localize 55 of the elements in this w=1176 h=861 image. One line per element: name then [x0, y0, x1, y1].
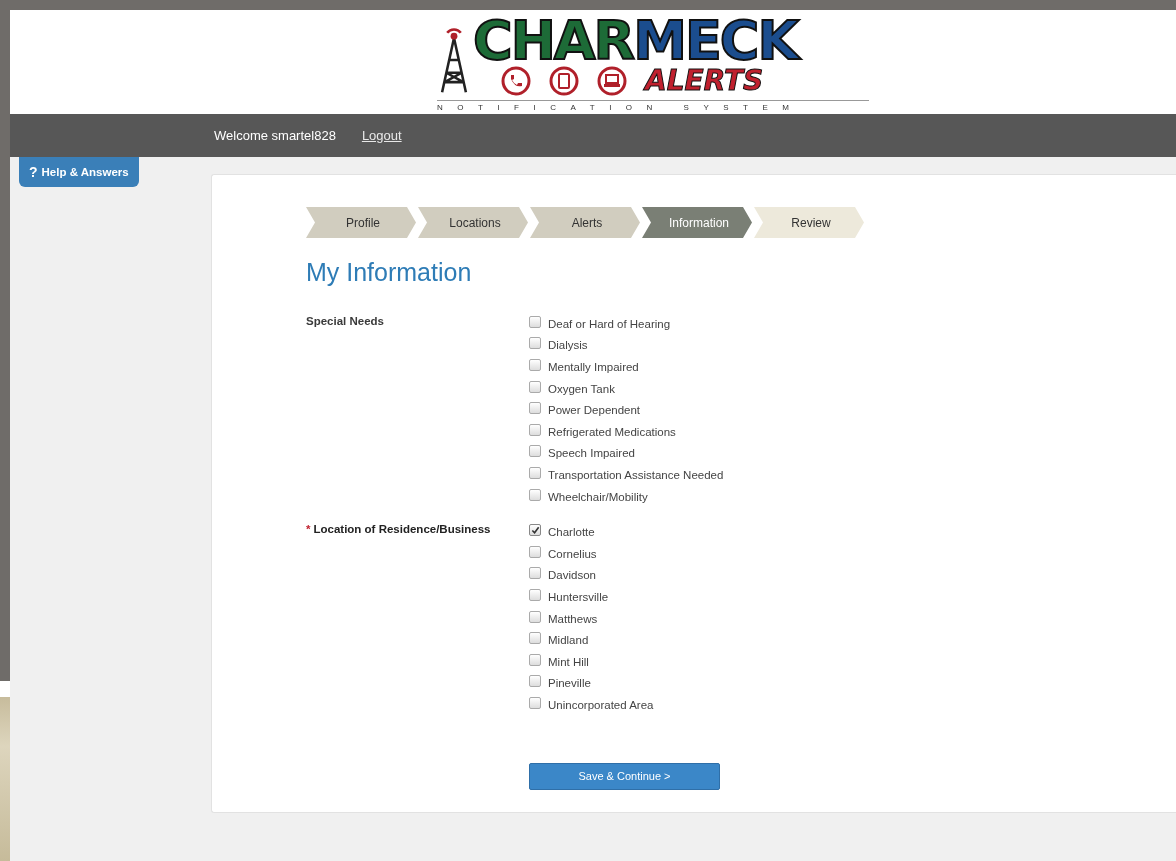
checkbox[interactable]	[529, 545, 541, 558]
save-continue-button[interactable]: Save & Continue >	[529, 762, 720, 790]
checkbox-label[interactable]: Huntersville	[548, 590, 609, 603]
checkbox[interactable]	[529, 610, 541, 623]
checkbox-label[interactable]: Refrigerated Medications	[548, 425, 676, 438]
checkbox-label[interactable]: Cornelius	[548, 547, 597, 560]
checkbox-label[interactable]: Speech Impaired	[548, 447, 635, 460]
logo-tagline: NOTIFICATION SYSTEM	[437, 100, 869, 112]
checkbox[interactable]	[529, 337, 541, 350]
checkbox-label[interactable]: Davidson	[548, 569, 596, 582]
checkbox[interactable]	[529, 653, 541, 666]
checkbox[interactable]	[529, 567, 541, 580]
phone-icon	[501, 66, 531, 96]
checkbox[interactable]	[529, 315, 541, 328]
checkbox[interactable]	[529, 632, 541, 645]
field-label: Location of Residence/Business	[313, 523, 491, 536]
logout-link[interactable]: Logout	[361, 128, 402, 143]
checkbox-label[interactable]: Pineville	[548, 677, 591, 690]
required-mark: *	[306, 523, 311, 536]
checkbox-label[interactable]: Transportation Assistance Needed	[548, 468, 724, 481]
checkbox-label[interactable]: Power Dependent	[548, 404, 641, 417]
wizard-step[interactable]: Profile	[306, 207, 416, 238]
checkbox-label[interactable]: Unincorporated Area	[548, 698, 654, 711]
checkbox[interactable]	[529, 359, 541, 371]
wizard-step[interactable]: Information	[642, 207, 752, 238]
checkbox-label[interactable]: Dialysis	[548, 339, 588, 352]
field-label: Special Needs	[306, 315, 384, 327]
checkbox-label[interactable]: Midland	[548, 634, 589, 647]
checkbox-label[interactable]: Charlotte	[548, 526, 595, 539]
checkbox[interactable]	[529, 380, 541, 393]
help-tab[interactable]: ? Help & Answers	[19, 157, 139, 187]
checkbox-label[interactable]: Oxygen Tank	[548, 382, 615, 395]
wizard-step[interactable]: Alerts	[530, 207, 640, 238]
checkbox-label[interactable]: Matthews	[548, 612, 598, 625]
checkbox[interactable]	[529, 524, 541, 537]
help-icon: ?	[29, 164, 38, 180]
tablet-icon	[549, 66, 579, 96]
checkbox[interactable]	[529, 588, 541, 601]
checkbox[interactable]	[529, 675, 541, 688]
checkbox[interactable]	[529, 488, 541, 501]
checkbox-label[interactable]: Mentally Impaired	[548, 361, 639, 373]
page-title: My Information	[306, 258, 473, 287]
checkbox-label[interactable]: Wheelchair/Mobility	[548, 490, 648, 503]
checkbox[interactable]	[529, 696, 541, 709]
wizard-step[interactable]: Review	[754, 207, 864, 238]
checkbox[interactable]	[529, 445, 541, 458]
laptop-icon	[597, 66, 627, 96]
wizard-step[interactable]: Locations	[418, 207, 528, 238]
checkbox-label[interactable]: Mint Hill	[548, 655, 589, 668]
logo-text: CHAR	[473, 9, 634, 72]
checkbox[interactable]	[529, 402, 541, 415]
checkbox[interactable]	[529, 466, 541, 479]
welcome-text: Welcome smartel828	[214, 128, 336, 143]
checkbox[interactable]	[529, 423, 541, 436]
checkbox-label[interactable]: Deaf or Hard of Hearing	[548, 317, 671, 330]
